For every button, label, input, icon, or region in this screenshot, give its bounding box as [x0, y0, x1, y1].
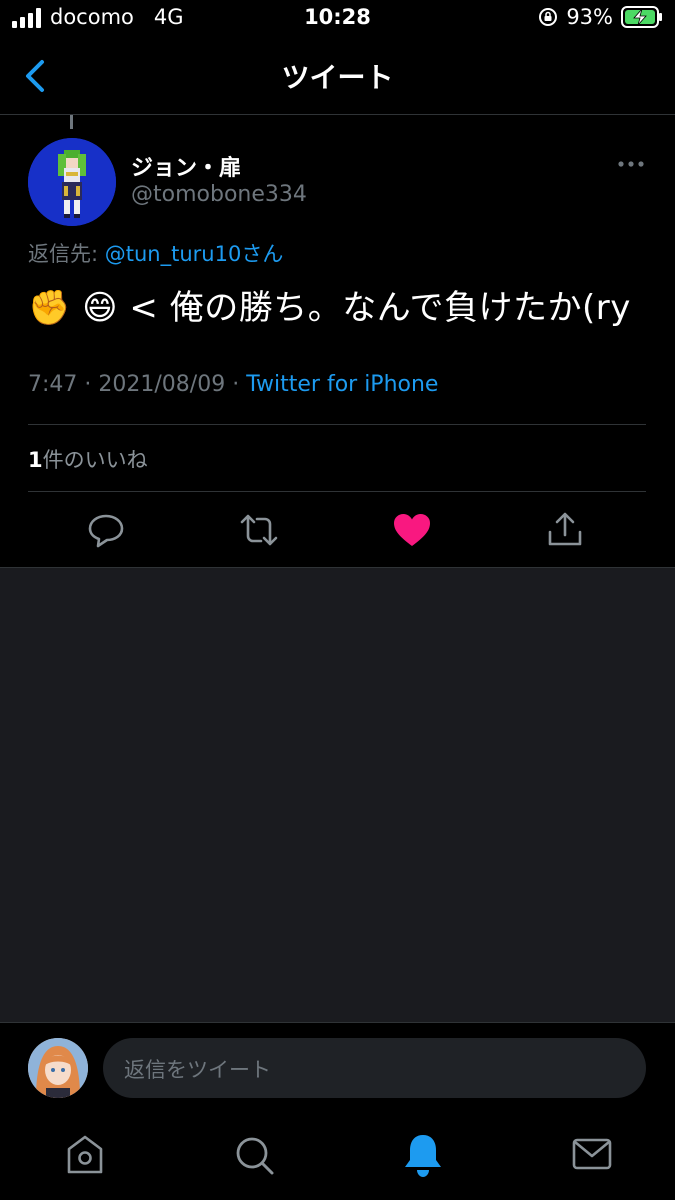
- like-suffix: 件のいいね: [42, 448, 148, 472]
- home-icon[interactable]: [63, 1130, 107, 1180]
- tweet-time: 7:47: [28, 372, 78, 397]
- like-count: 1: [28, 448, 43, 472]
- status-bar: docomo 4G 10:28 93%: [0, 0, 675, 38]
- author-handle[interactable]: @tomobone334: [131, 182, 307, 207]
- reply-to-line: 返信先: @tun_turu10さん: [28, 238, 283, 268]
- messages-icon[interactable]: [570, 1130, 614, 1180]
- header-divider: [0, 114, 675, 115]
- composer-divider: [0, 1022, 675, 1023]
- search-icon[interactable]: [232, 1130, 276, 1180]
- tweet-source-link[interactable]: Twitter for iPhone: [246, 372, 438, 397]
- like-icon[interactable]: [390, 508, 434, 552]
- tweet-text: ✊ 😄 < 俺の勝ち。なんで負けたか(ry: [28, 288, 631, 328]
- battery-percent: 93%: [566, 5, 613, 29]
- stats-divider: [28, 491, 646, 492]
- meta-separator-2: ·: [232, 372, 240, 397]
- tweet-meta: 7:47 · 2021/08/09 · Twitter for iPhone: [28, 372, 438, 397]
- more-options-icon[interactable]: [616, 153, 646, 175]
- meta-divider: [28, 424, 646, 425]
- retweet-icon[interactable]: [237, 508, 281, 552]
- thread-connector-line: [70, 115, 73, 129]
- my-avatar-image: [28, 1038, 88, 1098]
- reply-input-placeholder[interactable]: 返信をツイート: [124, 1054, 271, 1084]
- orientation-lock-icon: [539, 8, 558, 26]
- reply-to-mention-link[interactable]: @tun_turu10さん: [105, 242, 284, 266]
- page-title: ツイート: [281, 61, 394, 94]
- reply-to-label: 返信先:: [28, 242, 99, 266]
- likes-count-link[interactable]: 1件のいいね: [28, 444, 148, 474]
- reply-icon[interactable]: [84, 508, 128, 552]
- meta-separator: ·: [84, 372, 92, 397]
- empty-replies-area: [0, 568, 675, 1022]
- notifications-icon[interactable]: [401, 1130, 445, 1180]
- author-name[interactable]: ジョン・扉: [131, 150, 241, 182]
- tweet-date: 2021/08/09: [98, 372, 226, 397]
- author-avatar[interactable]: [28, 138, 116, 226]
- status-right: 93%: [538, 5, 663, 29]
- share-icon[interactable]: [543, 508, 587, 552]
- my-avatar[interactable]: [28, 1038, 88, 1098]
- author-avatar-image: [28, 138, 116, 226]
- battery-charging-icon: [621, 6, 662, 28]
